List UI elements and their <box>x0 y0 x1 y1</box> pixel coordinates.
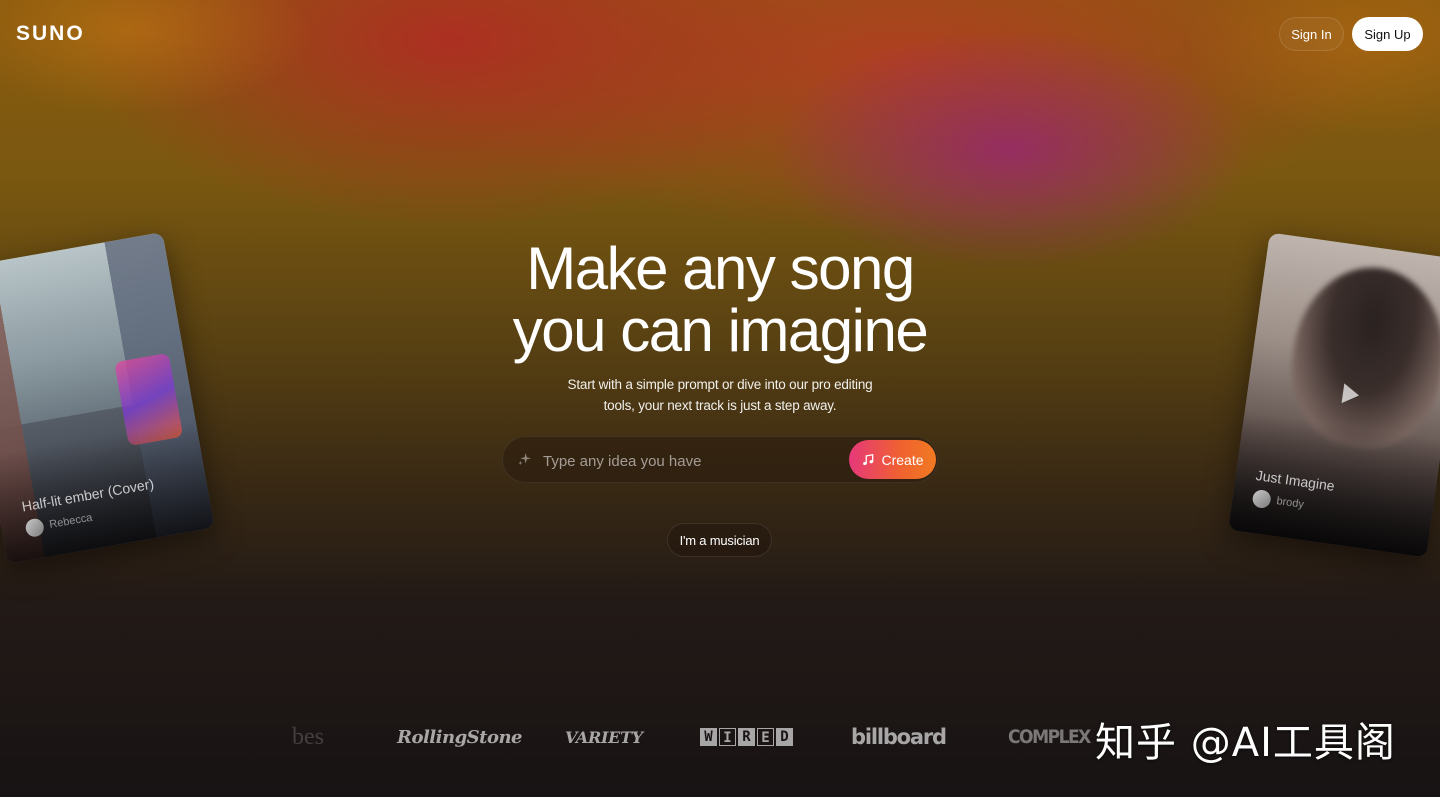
billboard-logo: billboard <box>851 725 947 749</box>
hero-subtitle-line-2: tools, your next track is just a step aw… <box>603 398 837 413</box>
hero-headline: Make any song you can imagine <box>420 238 1020 362</box>
prompt-bar: Create <box>502 436 938 483</box>
create-button[interactable]: Create <box>849 440 936 479</box>
rolling-stone-logo: RollingStone <box>397 726 523 748</box>
hero-subtitle: Start with a simple prompt or dive into … <box>520 374 920 416</box>
musician-button[interactable]: I'm a musician <box>667 523 772 557</box>
avatar <box>24 517 46 539</box>
wired-letter: E <box>757 728 774 746</box>
card-author-name: brody <box>1275 495 1305 511</box>
wired-letter: W <box>700 728 717 746</box>
avatar <box>1251 488 1272 510</box>
sign-in-button[interactable]: Sign In <box>1279 17 1344 51</box>
prompt-input[interactable] <box>541 449 845 473</box>
complex-logo: COMPLEX <box>1008 726 1091 748</box>
hero-headline-line-1: Make any song <box>526 235 915 302</box>
hero-headline-line-2: you can imagine <box>512 297 929 364</box>
hero-subtitle-line-1: Start with a simple prompt or dive into … <box>567 377 873 392</box>
wired-letter: R <box>738 728 755 746</box>
sign-up-button[interactable]: Sign Up <box>1352 17 1423 51</box>
music-note-icon <box>863 453 874 465</box>
play-icon[interactable] <box>1332 377 1366 411</box>
variety-logo: VARIETY <box>565 727 643 747</box>
sparkle-icon <box>518 453 531 465</box>
suno-logo[interactable]: SUNO <box>16 22 85 46</box>
create-button-label: Create <box>881 451 924 468</box>
wired-letter: I <box>719 728 736 746</box>
wired-letter: D <box>776 728 793 746</box>
watermark: 知乎 @AI工具阁 <box>1095 720 1396 766</box>
forbes-logo: bes <box>292 723 324 750</box>
wired-logo: W I R E D <box>700 722 793 752</box>
